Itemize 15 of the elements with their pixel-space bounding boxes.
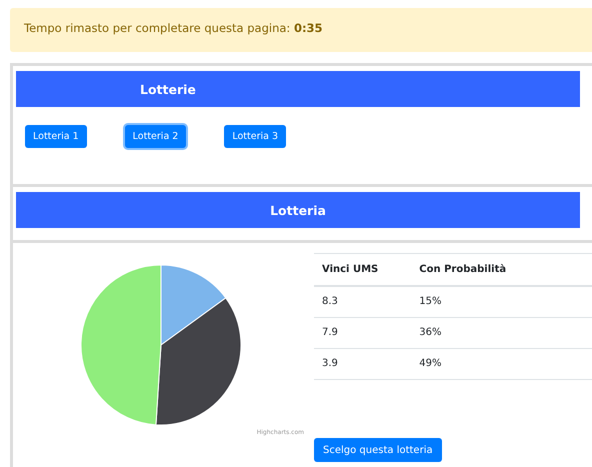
table-cell: 36%	[411, 317, 592, 348]
choose-lottery-button[interactable]: Scelgo questa lotteria	[314, 438, 442, 462]
table-cell: 7.9	[314, 317, 412, 348]
table-cell: 49%	[411, 348, 592, 379]
table-cell: 3.9	[314, 348, 412, 379]
table-cell: 15%	[411, 286, 592, 317]
section-title: Lotterie	[140, 82, 196, 96]
timer-text: Tempo rimasto per completare questa pagina: 0:35	[24, 21, 323, 35]
lottery-button[interactable]: Lotteria 1	[25, 125, 87, 148]
column-header: Vinci UMS	[314, 254, 412, 286]
section-title: Lotteria	[270, 202, 326, 218]
column-header: Con Probabilità	[411, 254, 592, 286]
lottery-button[interactable]: Lotteria 3	[224, 125, 286, 148]
lottery-button[interactable]: Lotteria 2	[124, 125, 186, 148]
table-cell: 8.3	[314, 286, 412, 317]
